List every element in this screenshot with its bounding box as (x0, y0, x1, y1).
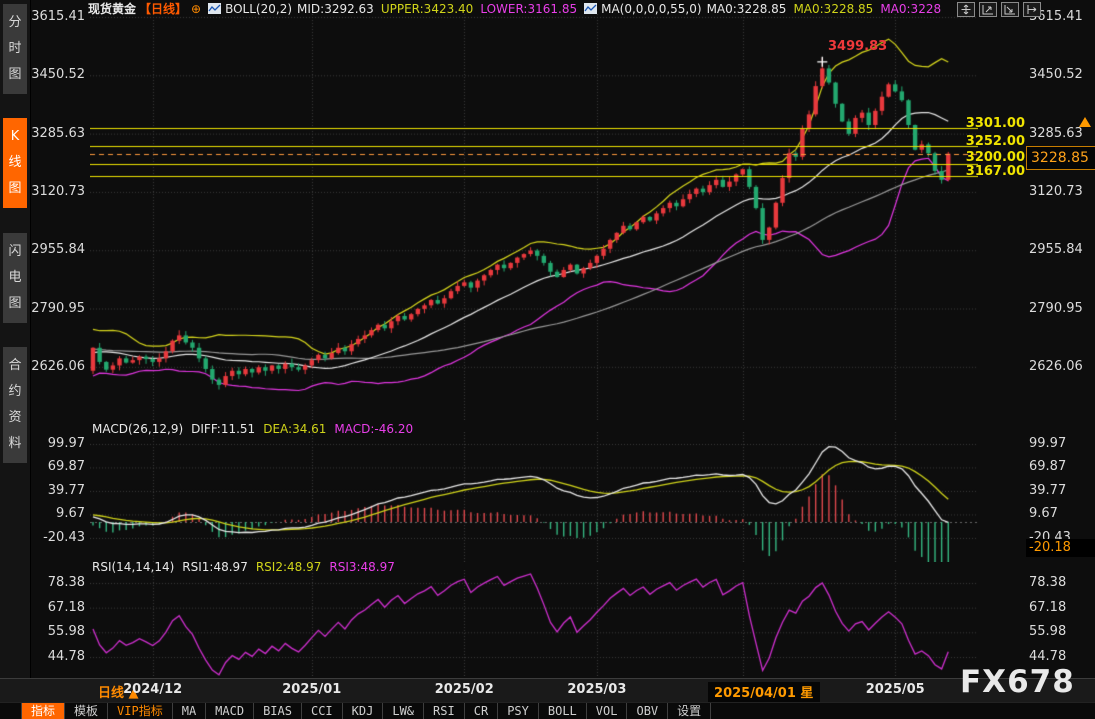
rsi-y-tick-right: 44.78 (1029, 649, 1093, 664)
main-y-tick-right: 2790.95 (1029, 301, 1093, 316)
main-y-tick-left: 3615.41 (28, 9, 85, 24)
ma0-value-magenta: MA0:3228 (880, 2, 941, 16)
date-label: 2025/02 (409, 682, 519, 697)
level-price-label: 3167.00 (945, 164, 1025, 179)
toolbar-item-lwr[interactable]: LW& (383, 703, 424, 719)
main-y-tick-right: 3285.63 (1029, 126, 1093, 141)
price-up-arrow-icon (1079, 117, 1091, 127)
symbol-name: 现货黄金 (88, 0, 136, 17)
rsi-y-tick-left: 67.18 (28, 600, 85, 615)
macd-y-tick-left: -20.43 (28, 530, 85, 545)
macd-panel-canvas[interactable] (90, 432, 978, 562)
scale-up-icon[interactable] (979, 2, 997, 17)
boll-lower-value: LOWER:3161.85 (480, 2, 577, 16)
rsi2-value: RSI2:48.97 (256, 560, 322, 574)
main-y-tick-left: 3120.73 (28, 184, 85, 199)
sidebar-tab-lightning-chart[interactable]: 闪电图 (3, 233, 27, 323)
window-controls (957, 2, 1041, 17)
rsi-y-tick-left: 44.78 (28, 649, 85, 664)
rsi-panel-canvas[interactable] (90, 570, 978, 676)
macd-y-tick-left: 39.77 (28, 483, 85, 498)
toolbar-item-vol[interactable]: VOL (587, 703, 628, 719)
toolbar-item-macd[interactable]: MACD (206, 703, 254, 719)
macd-current-value-label: -20.18 (1026, 539, 1095, 557)
date-label: 2025/03 (542, 682, 652, 697)
boll-name-label: BOLL(20,2) (225, 2, 292, 16)
main-y-tick-right: 3450.52 (1029, 67, 1093, 82)
toolbar-item-obv[interactable]: OBV (627, 703, 668, 719)
toolbar-item-psy[interactable]: PSY (498, 703, 539, 719)
main-y-tick-left: 3285.63 (28, 126, 85, 141)
ma-indicator-icon (584, 3, 597, 14)
rsi-title: RSI(14,14,14) (92, 560, 174, 574)
toolbar-item-bias[interactable]: BIAS (254, 703, 302, 719)
date-label: 2025/01 (257, 682, 367, 697)
trading-app-window: 现货黄金 【日线】 ⊕ BOLL(20,2) MID:3292.63 UPPER… (0, 0, 1095, 719)
macd-dea-value: DEA:34.61 (263, 422, 326, 436)
main-y-tick-left: 2955.84 (28, 242, 85, 257)
toolbar-item-cci[interactable]: CCI (302, 703, 343, 719)
macd-y-tick-right: 69.87 (1029, 459, 1093, 474)
toolbar-item-settings[interactable]: 设置 (668, 703, 711, 719)
period-label: 【日线】 (139, 0, 187, 17)
shift-right-icon[interactable] (1023, 2, 1041, 17)
macd-title: MACD(26,12,9) (92, 422, 183, 436)
level-price-label: 3200.00 (945, 150, 1025, 165)
scale-right-icon[interactable] (1001, 2, 1019, 17)
ma0-value-yellow: MA0:3228.85 (793, 2, 873, 16)
macd-macd-value: MACD:-46.20 (334, 422, 413, 436)
toolbar-item-rsi[interactable]: RSI (424, 703, 465, 719)
sidebar-tab-time-chart[interactable]: 分时图 (3, 4, 27, 94)
main-y-tick-right: 3120.73 (1029, 184, 1093, 199)
main-y-tick-left: 2790.95 (28, 301, 85, 316)
ma-name-label: MA(0,0,0,0,55,0) (601, 2, 701, 16)
add-indicator-icon[interactable]: ⊕ (191, 2, 201, 16)
rsi-y-tick-left: 55.98 (28, 624, 85, 639)
main-y-tick-right: 2626.06 (1029, 359, 1093, 374)
rsi-label-row: RSI(14,14,14) RSI1:48.97 RSI2:48.97 RSI3… (92, 560, 395, 574)
date-label: 2024/12 (98, 682, 208, 697)
rsi-y-tick-right: 55.98 (1029, 624, 1093, 639)
watermark-logo: FX678 (960, 664, 1075, 700)
indicator-toolbar: 指标模板VIP指标MAMACDBIASCCIKDJLW&RSICRPSYBOLL… (0, 702, 1095, 719)
macd-y-tick-right: 39.77 (1029, 483, 1093, 498)
boll-indicator-icon (208, 3, 221, 14)
level-price-label: 3301.00 (945, 116, 1025, 131)
left-sidebar: 分时图 K线图闪电图合约资料 (0, 0, 31, 678)
main-y-tick-right: 2955.84 (1029, 242, 1093, 257)
macd-label-row: MACD(26,12,9) DIFF:11.51 DEA:34.61 MACD:… (92, 422, 413, 436)
main-y-tick-left: 3450.52 (28, 67, 85, 82)
level-price-label: 3252.00 (945, 134, 1025, 149)
toolbar-item-cr[interactable]: CR (465, 703, 498, 719)
main-chart-canvas[interactable] (90, 14, 978, 420)
toolbar-item-templates[interactable]: 模板 (65, 703, 108, 719)
toolbar-item-ma[interactable]: MA (173, 703, 206, 719)
toolbar-item-vip-indicators[interactable]: VIP指标 (108, 703, 173, 719)
sidebar-tab-kline-chart[interactable]: K线图 (3, 118, 27, 208)
swing-high-label: 3499.83 (828, 39, 887, 54)
boll-upper-value: UPPER:3423.40 (381, 2, 473, 16)
macd-y-tick-right: 9.67 (1029, 506, 1093, 521)
macd-y-tick-left: 99.97 (28, 436, 85, 451)
toolbar-item-indicators[interactable]: 指标 (21, 703, 65, 719)
rsi-y-tick-left: 78.38 (28, 575, 85, 590)
current-price-label: 3228.85 (1026, 146, 1095, 170)
rsi-y-tick-right: 67.18 (1029, 600, 1093, 615)
chart-header: 现货黄金 【日线】 ⊕ BOLL(20,2) MID:3292.63 UPPER… (88, 1, 941, 16)
sidebar-tab-contract-info[interactable]: 合约资料 (3, 347, 27, 463)
main-y-tick-left: 2626.06 (28, 359, 85, 374)
date-label: 2025/05 (840, 682, 950, 697)
macd-y-tick-left: 9.67 (28, 506, 85, 521)
macd-y-tick-left: 69.87 (28, 459, 85, 474)
ma0-value-white: MA0:3228.85 (707, 2, 787, 16)
macd-y-tick-right: 99.97 (1029, 436, 1093, 451)
toolbar-item-boll[interactable]: BOLL (539, 703, 587, 719)
macd-diff-value: DIFF:11.51 (191, 422, 255, 436)
toolbar-item-kdj[interactable]: KDJ (343, 703, 384, 719)
pan-tool-icon[interactable] (957, 2, 975, 17)
rsi-y-tick-right: 78.38 (1029, 575, 1093, 590)
rsi3-value: RSI3:48.97 (329, 560, 395, 574)
boll-mid-value: MID:3292.63 (297, 2, 374, 16)
rsi1-value: RSI1:48.97 (182, 560, 248, 574)
